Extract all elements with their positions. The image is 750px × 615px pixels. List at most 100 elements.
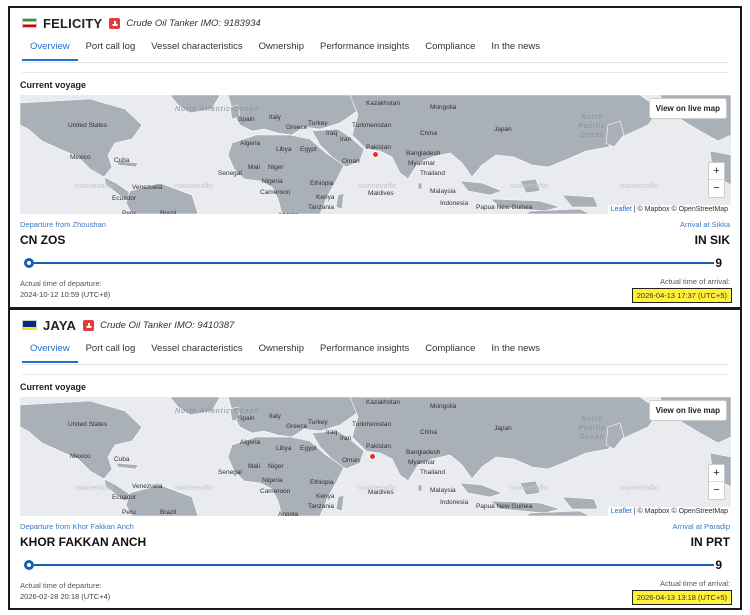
destination-marker-icon: 9 — [715, 256, 722, 270]
map-place-label: Papua New Guinea — [476, 503, 533, 510]
map-place-label: Ecuador — [112, 494, 137, 501]
map-place-label: Kenya — [316, 493, 335, 500]
map-place-label: Mexico — [70, 453, 91, 460]
tab-performance-insights[interactable]: Performance insights — [312, 38, 417, 61]
map-place-label: Maldives — [368, 190, 394, 197]
map-place-label: Indonesia — [440, 200, 469, 207]
map-place-label: Myanmar — [408, 160, 436, 167]
voyage-progress-track: 9 — [24, 558, 722, 572]
voyage-map[interactable]: United States Mexico Cuba Venezuela Ecuador P… — [20, 95, 731, 214]
vessel-name: FELICITY — [43, 15, 103, 31]
map-place-label: Mali — [248, 164, 260, 171]
view-live-map-button[interactable]: View on live map — [648, 98, 727, 119]
departure-port-label[interactable]: Departure from Khor Fakkan Anch — [20, 522, 134, 531]
map-place-label: Bangladesh — [406, 449, 441, 456]
map-place-label: Japan — [494, 425, 512, 432]
zoom-out-button[interactable]: − — [709, 180, 724, 197]
map-place-label: Oman — [342, 457, 360, 464]
map-place-label: Angola — [278, 511, 299, 516]
map-place-label: Turkey — [308, 120, 328, 127]
zoom-control: + − — [708, 464, 725, 500]
map-place-label: Iraq — [326, 130, 338, 137]
tab-vessel-characteristics[interactable]: Vessel characteristics — [143, 38, 250, 61]
map-place-label: Italy — [269, 114, 281, 121]
map-place-label: Algeria — [240, 140, 261, 147]
map-place-label: Angola — [278, 212, 298, 214]
map-place-label: Iraq — [326, 429, 338, 436]
arrival-time-value: 2026-04-13 17:37 (UTC+5) — [631, 288, 732, 303]
arrival-port-code: IN SIK — [694, 233, 730, 247]
voyage-map[interactable]: United States Mexico Cuba Venezuela Ecuador P… — [20, 397, 731, 516]
map-place-label: Venezuela — [132, 483, 163, 490]
zoom-in-button[interactable]: + — [709, 465, 724, 482]
section-divider — [22, 374, 728, 375]
map-place-label: Niger — [268, 463, 284, 470]
departure-time-value: 2024-10-12 10:59 (UTC+8) — [20, 290, 111, 299]
map-place-label: Turkmenistan — [352, 122, 392, 129]
map-place-label: Senegal — [218, 170, 242, 177]
zoom-out-button[interactable]: − — [709, 482, 724, 499]
map-place-label: Myanmar — [408, 459, 436, 466]
map-place-label: Bangladesh — [406, 150, 441, 157]
tab-bar: Overview Port call log Vessel characterist… — [22, 38, 548, 61]
departure-port-label[interactable]: Departure from Zhoushan — [20, 220, 106, 229]
map-place-label: Tanzania — [308, 204, 335, 211]
vessel-position-marker[interactable] — [372, 151, 379, 158]
map-place-label: Greece — [286, 124, 308, 131]
zoom-control: + − — [708, 162, 725, 198]
map-place-label: Egypt — [300, 445, 317, 452]
map-place-label: Venezuela — [132, 184, 163, 191]
map-place-label: Nigeria — [262, 477, 283, 484]
map-place-label: Kenya — [316, 194, 335, 201]
vessel-header: JAYA Crude Oil Tanker IMO: 9410387 — [22, 317, 234, 333]
tab-overview[interactable]: Overview — [22, 38, 78, 61]
zoom-in-button[interactable]: + — [709, 163, 724, 180]
tab-port-call-log[interactable]: Port call log — [78, 340, 144, 363]
map-place-label: Pakistan — [366, 443, 391, 450]
leaflet-link[interactable]: Leaflet — [611, 508, 632, 515]
map-place-label: Malaysia — [430, 487, 456, 494]
departure-port-code: KHOR FAKKAN ANCH — [20, 535, 147, 549]
arrival-port-label[interactable]: Arrival at Sikka — [680, 220, 730, 229]
curacao-flag-icon — [22, 320, 37, 330]
tab-in-the-news[interactable]: In the news — [483, 340, 548, 363]
tab-overview[interactable]: Overview — [22, 340, 78, 363]
tab-ownership[interactable]: Ownership — [251, 340, 312, 363]
tab-compliance[interactable]: Compliance — [417, 340, 483, 363]
map-place-label: Niger — [268, 164, 284, 171]
map-place-label: Ethiopia — [310, 479, 334, 486]
view-live-map-button[interactable]: View on live map — [648, 400, 727, 421]
map-place-label: Thailand — [420, 170, 445, 177]
map-place-label: Turkey — [308, 419, 328, 426]
departure-time-label: Actual time of departure: — [20, 581, 102, 590]
map-place-label: United States — [68, 421, 108, 428]
map-watermark: marinetraffic — [620, 485, 659, 492]
map-place-label: Ethiopia — [310, 180, 334, 187]
map-place-label: Greece — [286, 423, 308, 430]
tab-ownership[interactable]: Ownership — [251, 38, 312, 61]
tab-port-call-log[interactable]: Port call log — [78, 38, 144, 61]
map-place-label: Iran — [340, 136, 352, 143]
arrival-time-value: 2026-04-13 13:18 (UTC+5) — [631, 590, 732, 605]
tab-in-the-news[interactable]: In the news — [483, 38, 548, 61]
map-place-label: Indonesia — [440, 499, 469, 506]
tab-vessel-characteristics[interactable]: Vessel characteristics — [143, 340, 250, 363]
departure-time-label: Actual time of departure: — [20, 279, 102, 288]
vessel-position-marker[interactable] — [369, 453, 376, 460]
tab-performance-insights[interactable]: Performance insights — [312, 340, 417, 363]
ocean-label-pacific: North Pacific Ocean — [578, 416, 606, 441]
map-place-label: Spain — [238, 116, 255, 123]
map-watermark: marinetraffic — [175, 183, 214, 190]
map-place-label: Italy — [269, 413, 281, 420]
leaflet-link[interactable]: Leaflet — [611, 206, 632, 213]
map-place-label: Ecuador — [112, 195, 137, 202]
tab-compliance[interactable]: Compliance — [417, 38, 483, 61]
section-title: Current voyage — [20, 80, 87, 90]
vessel-type-imo: Crude Oil Tanker IMO: 9183934 — [126, 17, 261, 29]
map-place-label: Mongolia — [430, 403, 457, 410]
map-place-label: Cuba — [114, 157, 130, 164]
map-place-label: Brazil — [160, 210, 177, 214]
voyage-progress-track: 9 — [24, 256, 722, 270]
arrival-port-label[interactable]: Arrival at Paradip — [672, 522, 730, 531]
map-place-label: Senegal — [218, 469, 242, 476]
